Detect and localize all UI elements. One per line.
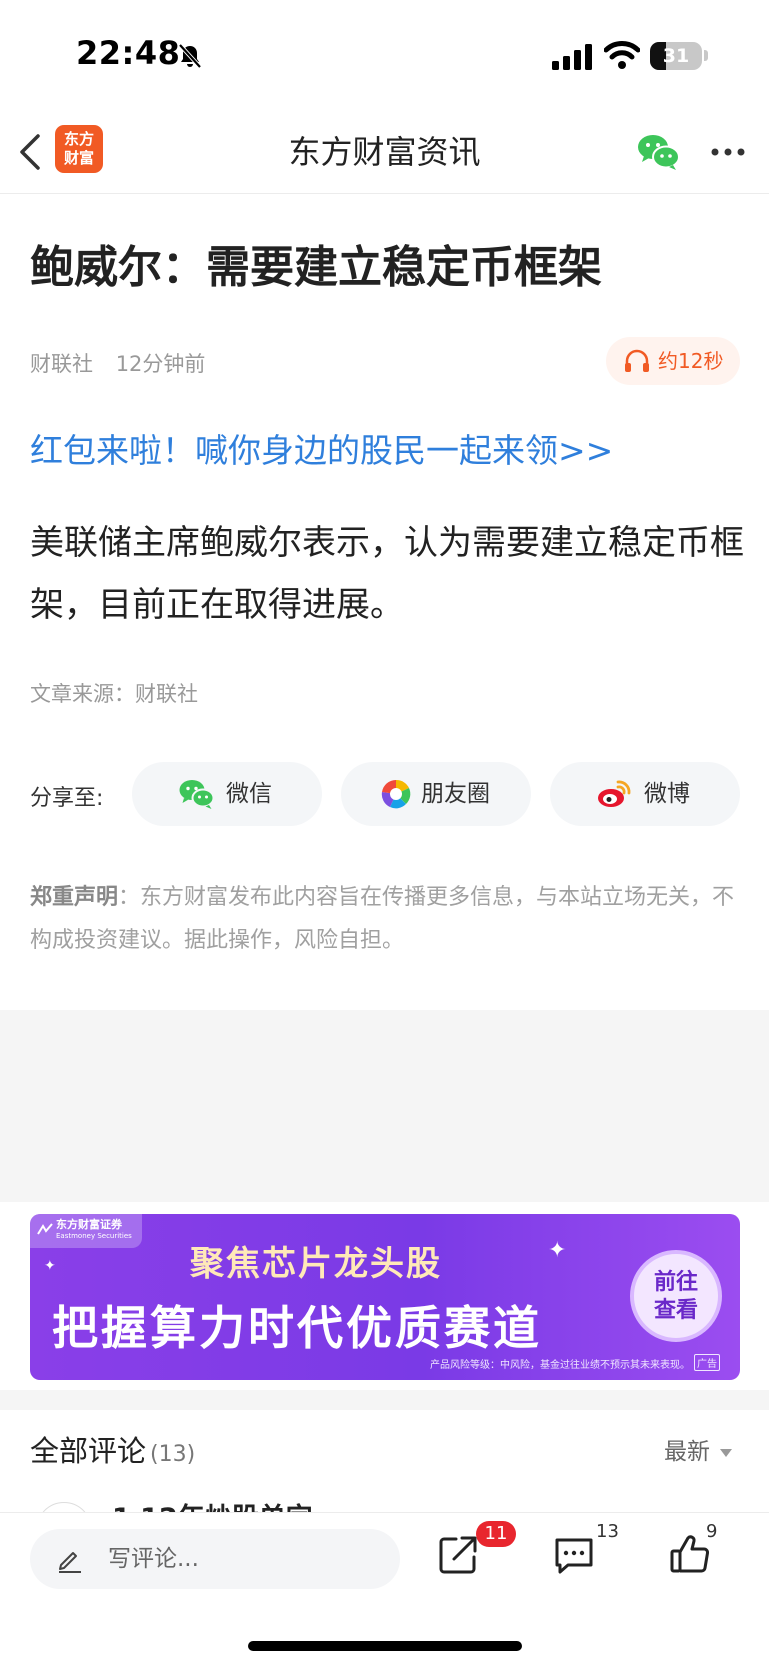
share-moments-label: 朋友圈 xyxy=(421,781,490,807)
banner-risk-note: 产品风险等级：中风险，基金过往业绩不预示其未来表现。 xyxy=(430,1360,690,1371)
banner-cta-line-2: 查看 xyxy=(653,1298,698,1323)
more-options-icon[interactable] xyxy=(710,146,746,158)
comment-placeholder: 写评论... xyxy=(108,1546,199,1572)
comments-title: 全部评论 xyxy=(30,1434,147,1468)
sort-label: 最新 xyxy=(664,1439,710,1465)
banner-subheadline: 把握算力时代优质赛道 xyxy=(52,1301,542,1355)
article-title: 鲍威尔：需要建立稳定币框架 xyxy=(30,242,602,293)
logo-line-1: 东方 xyxy=(63,130,94,148)
comment-count: 13 xyxy=(596,1521,619,1542)
bell-muted-icon xyxy=(178,43,202,69)
disclaimer-label: 郑重声明 xyxy=(30,885,119,910)
banner-cta-line-1: 前往 xyxy=(653,1270,698,1295)
wechat-share-icon[interactable] xyxy=(636,132,680,172)
share-out-icon[interactable] xyxy=(436,1533,480,1577)
sparkle-icon: ✦ xyxy=(548,1238,567,1263)
cellular-signal-icon xyxy=(552,44,592,70)
eastmoney-logo-icon xyxy=(37,1223,53,1235)
share-weibo-label: 微博 xyxy=(644,781,690,807)
app-logo: 东方 财富 xyxy=(55,125,103,173)
comment-icon[interactable] xyxy=(552,1533,596,1577)
sparkle-icon: ✦ xyxy=(44,1258,56,1274)
like-count: 9 xyxy=(706,1521,718,1542)
home-indicator[interactable] xyxy=(248,1641,522,1651)
weibo-icon xyxy=(598,780,631,807)
article-time: 12分钟前 xyxy=(115,352,206,376)
share-wechat-button[interactable]: 微信 xyxy=(132,762,322,826)
banner-brand-en: Eastmoney Securities xyxy=(56,1232,132,1240)
status-bar: 22:48 31 xyxy=(0,0,769,110)
battery-indicator: 31 xyxy=(650,42,702,70)
banner-brand-name: 东方财富证券 xyxy=(56,1218,122,1231)
audio-duration: 约12秒 xyxy=(658,349,724,373)
disclaimer: 郑重声明：东方财富发布此内容旨在传播更多信息，与本站立场无关，不构成投资建议。据… xyxy=(30,876,740,962)
share-count-badge: 11 xyxy=(476,1521,516,1547)
red-packet-promo-link[interactable]: 红包来啦！喊你身边的股民一起来领>> xyxy=(30,424,613,472)
banner-brand: 东方财富证券 Eastmoney Securities xyxy=(30,1214,142,1248)
share-wechat-label: 微信 xyxy=(226,781,272,807)
pen-icon xyxy=(59,1552,81,1573)
wechat-icon xyxy=(179,780,214,809)
banner-headline: 聚焦芯片龙头股 xyxy=(190,1244,442,1284)
section-divider xyxy=(0,1010,769,1202)
bottom-action-bar: 写评论... 11 13 9 xyxy=(0,1512,769,1665)
article-source: 财联社 xyxy=(30,352,93,376)
promo-banner-ad[interactable]: 东方财富证券 Eastmoney Securities ✦ ✦ 聚焦芯片龙头股 … xyxy=(30,1214,740,1380)
article-body: 美联储主席鲍威尔表示，认为需要建立稳定币框架，目前正在取得进展。 xyxy=(30,523,744,625)
sort-dropdown[interactable]: 最新 xyxy=(664,1432,732,1466)
section-divider-2 xyxy=(0,1390,769,1410)
article-source-line: 文章来源：财联社 xyxy=(30,682,198,706)
caret-down-icon xyxy=(720,1448,732,1457)
banner-cta-button[interactable]: 前往 查看 xyxy=(630,1250,722,1342)
comments-count: (13) xyxy=(150,1442,196,1467)
status-time: 22:48 xyxy=(76,34,181,72)
wifi-icon xyxy=(604,41,640,69)
write-comment-input[interactable]: 写评论... xyxy=(30,1529,400,1589)
battery-cap xyxy=(704,50,708,61)
battery-percent: 31 xyxy=(662,45,690,67)
moments-icon xyxy=(381,779,411,809)
share-label: 分享至: xyxy=(30,786,104,811)
headphones-icon xyxy=(625,349,649,372)
comments-header: 全部评论 (13) xyxy=(30,1428,195,1470)
back-chevron-icon[interactable] xyxy=(16,130,46,174)
ad-tag: 广告 xyxy=(694,1354,720,1371)
share-moments-button[interactable]: 朋友圈 xyxy=(341,762,531,826)
disclaimer-text: ：东方财富发布此内容旨在传播更多信息，与本站立场无关，不构成投资建议。据此操作，… xyxy=(30,885,735,953)
listen-audio-button[interactable]: 约12秒 xyxy=(606,337,740,385)
nav-bar: 东方财富资讯 东方 财富 xyxy=(0,110,769,194)
logo-line-2: 财富 xyxy=(63,149,94,167)
article-meta: 财联社 12分钟前 xyxy=(30,348,221,378)
share-weibo-button[interactable]: 微博 xyxy=(550,762,740,826)
